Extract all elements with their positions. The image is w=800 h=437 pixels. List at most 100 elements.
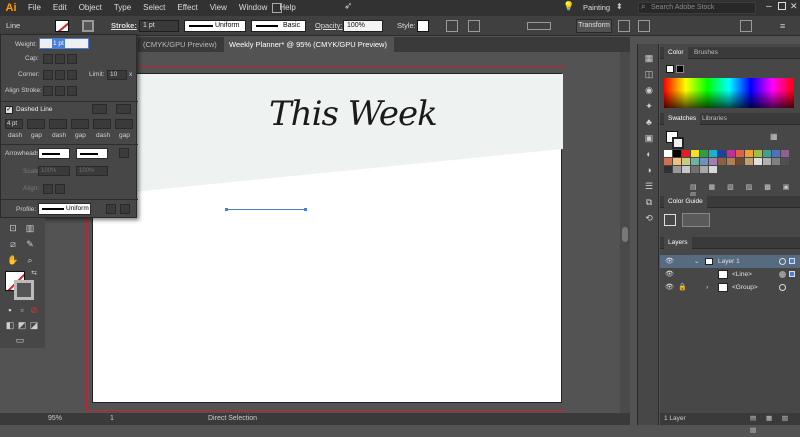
appearance-icon[interactable]: ◐ — [643, 148, 655, 160]
gap-field-1[interactable] — [27, 119, 45, 129]
opacity-field[interactable]: 100% — [343, 20, 383, 32]
tab-layers[interactable]: Layers — [664, 237, 692, 249]
align-icon[interactable] — [468, 20, 480, 32]
recolor-icon[interactable] — [446, 20, 458, 32]
minimize-button[interactable]: – — [766, 1, 772, 12]
align-inside-icon[interactable] — [55, 86, 65, 96]
menu-type[interactable]: Type — [108, 0, 137, 16]
align-to-icon[interactable] — [527, 22, 551, 30]
transform-panel-icon[interactable]: ⟲ — [643, 212, 655, 224]
brush-definition[interactable]: Basic — [251, 20, 306, 32]
menu-icon[interactable]: ≡ — [780, 20, 792, 32]
menu-file[interactable]: File — [22, 0, 47, 16]
square-cap-icon[interactable] — [67, 54, 77, 64]
current-tool[interactable]: Direct Selection — [208, 413, 257, 425]
grid-view-icon[interactable]: ▦ — [770, 132, 778, 141]
artboard[interactable]: This Week — [92, 73, 563, 403]
base-color-swatch[interactable] — [664, 214, 676, 226]
draw-behind-icon[interactable]: ◩ — [16, 319, 28, 331]
stroke-label[interactable]: Stroke: — [111, 20, 137, 32]
vertical-scrollbar[interactable] — [620, 52, 630, 413]
round-join-icon[interactable] — [55, 70, 65, 80]
menu-effect[interactable]: Effect — [171, 0, 203, 16]
stock-search-input[interactable]: Search Adobe Stock — [638, 2, 756, 14]
stroke-color-box[interactable] — [14, 280, 34, 300]
stroke-swatch[interactable] — [82, 20, 94, 32]
dash-field-1[interactable]: 4 pt — [5, 119, 23, 129]
selection-indicator[interactable] — [789, 258, 795, 264]
layer-name[interactable]: Layer 1 — [718, 255, 740, 268]
visibility-eye-icon[interactable]: 👁 — [665, 255, 674, 268]
menu-window[interactable]: Window — [233, 0, 273, 16]
layer-actions[interactable]: ▤ ▦ ▧ ▨ — [750, 413, 800, 437]
symbols-icon[interactable]: ♣ — [643, 116, 655, 128]
arrow-end-icon[interactable] — [55, 184, 65, 194]
tab-libraries[interactable]: Libraries — [698, 113, 731, 125]
tab-brushes[interactable]: Brushes — [690, 47, 722, 59]
stroke-weight-field[interactable]: 1 pt — [139, 20, 179, 32]
fill-swatch[interactable] — [55, 20, 69, 32]
lock-icon[interactable]: 🔒 — [678, 281, 687, 294]
pathfinder-icon[interactable]: ⧉ — [643, 196, 655, 208]
gap-field-2[interactable] — [71, 119, 89, 129]
heading-text[interactable]: This Week — [269, 94, 438, 134]
tab-document-1[interactable]: (CMYK/GPU Preview) — [138, 37, 224, 52]
selected-line[interactable] — [226, 209, 306, 210]
color-fill-swatch[interactable] — [666, 65, 674, 73]
transform-button[interactable]: Transform — [576, 19, 612, 33]
variable-width-profile[interactable]: Uniform — [184, 20, 246, 32]
tab-color-guide[interactable]: Color Guide — [664, 196, 707, 208]
shape-icon[interactable] — [638, 20, 650, 32]
transparency-icon[interactable]: ◑ — [643, 164, 655, 176]
align-center-icon[interactable] — [43, 86, 53, 96]
layer-row-line[interactable]: 👁 <Line> — [660, 268, 800, 281]
bevel-join-icon[interactable] — [67, 70, 77, 80]
flip-across-icon[interactable] — [120, 204, 130, 214]
isolate-icon[interactable] — [618, 20, 630, 32]
slice-tool-icon[interactable]: ⧄ — [7, 238, 19, 250]
layer-row-group[interactable]: 👁 🔒 › <Group> — [660, 281, 800, 294]
swap-colors-icon[interactable]: ⇆ — [28, 268, 40, 280]
swatch-grid[interactable] — [664, 150, 794, 180]
workspace-switcher[interactable]: Painting — [583, 3, 610, 12]
dashed-line-checkbox[interactable]: ✓ — [5, 106, 13, 114]
start-arrowhead-select[interactable] — [38, 148, 70, 159]
visibility-eye-icon[interactable]: 👁 — [665, 281, 674, 294]
layer-name[interactable]: <Line> — [732, 268, 752, 281]
expand-chevron-icon[interactable]: ⌄ — [694, 255, 699, 268]
butt-cap-icon[interactable] — [43, 54, 53, 64]
graphic-style-swatch[interactable] — [417, 20, 429, 32]
bridge-icon[interactable] — [272, 3, 282, 13]
flip-along-icon[interactable] — [106, 204, 116, 214]
menu-object[interactable]: Object — [73, 0, 108, 16]
dash-field-3[interactable] — [93, 119, 111, 129]
visibility-eye-icon[interactable]: 👁 — [665, 268, 674, 281]
screen-mode-icon[interactable]: ▭ — [14, 334, 26, 346]
target-circle-icon[interactable] — [779, 284, 786, 291]
align-panel-icon[interactable]: ☰ — [643, 180, 655, 192]
libraries-icon[interactable]: ◉ — [643, 84, 655, 96]
zoom-level[interactable]: 95% — [48, 413, 62, 425]
layer-name[interactable]: <Group> — [732, 281, 758, 294]
tab-weekly-planner[interactable]: Weekly Planner* @ 95% (CMYK/GPU Preview)… — [224, 37, 394, 64]
draw-normal-icon[interactable]: ◧ — [4, 319, 16, 331]
end-arrowhead-select[interactable] — [76, 148, 108, 159]
artboard-number[interactable]: 1 — [110, 413, 114, 425]
menu-select[interactable]: Select — [137, 0, 171, 16]
hand-tool-icon[interactable]: ✋ — [7, 254, 19, 266]
eyedropper-icon[interactable]: ✎ — [24, 238, 36, 250]
publish-icon[interactable]: ➶ — [344, 1, 352, 12]
preserve-dash-icon[interactable] — [92, 104, 107, 114]
tab-color[interactable]: Color — [664, 47, 688, 59]
graphic-styles-icon[interactable]: ▣ — [643, 132, 655, 144]
menu-edit[interactable]: Edit — [47, 0, 73, 16]
gradient-mode-icon[interactable]: ▫ — [16, 304, 28, 316]
selection-indicator[interactable] — [789, 271, 795, 277]
arrow-tip-icon[interactable] — [43, 184, 53, 194]
brushes-icon[interactable]: ✦ — [643, 100, 655, 112]
menu-view[interactable]: View — [204, 0, 233, 16]
draw-inside-icon[interactable]: ◪ — [28, 319, 40, 331]
target-circle-icon[interactable] — [779, 258, 786, 265]
start-scale-field[interactable]: 100% — [38, 166, 70, 176]
target-circle-icon[interactable] — [779, 271, 786, 278]
